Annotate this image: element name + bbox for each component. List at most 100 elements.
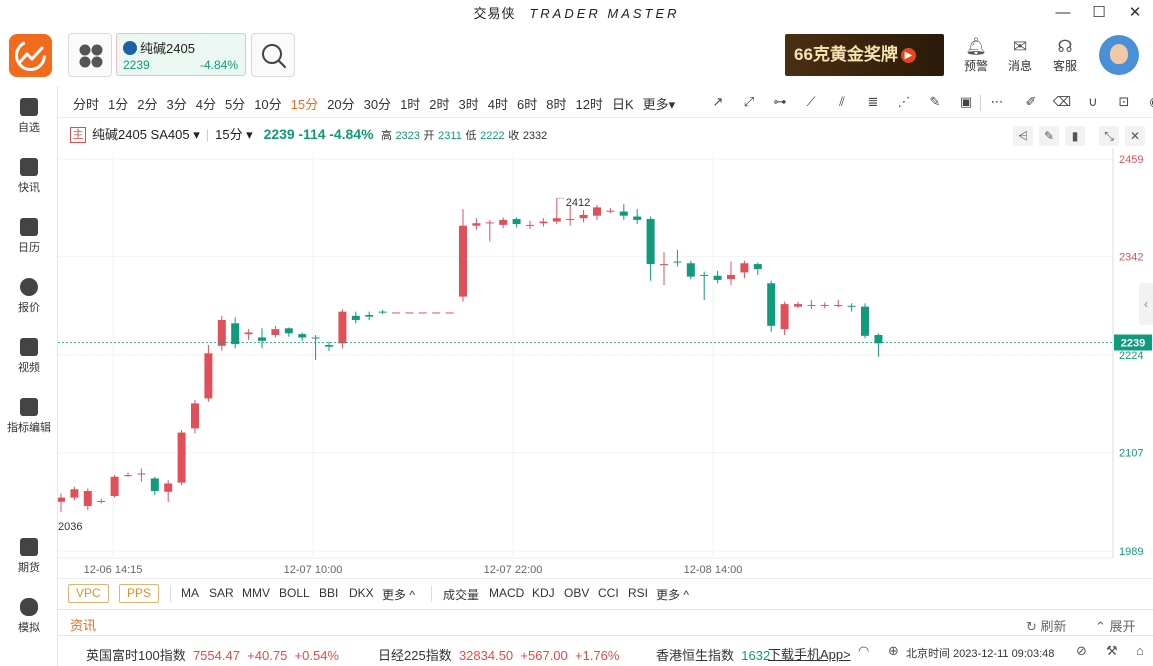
lock-icon[interactable]: ⊡ xyxy=(1112,93,1136,111)
price-change-pct: -4.84% xyxy=(329,126,374,142)
channel-tool-icon[interactable]: ⫽ xyxy=(830,93,854,111)
indicator-ma[interactable]: MA xyxy=(181,586,199,600)
period-option[interactable]: 15分 xyxy=(291,94,318,113)
ticker-item[interactable]: 日经225指数 32834.50 +567.00 +1.76% xyxy=(378,645,619,664)
period-option[interactable]: 3时 xyxy=(459,94,479,113)
indicator-more-sub[interactable]: 更多 ^ xyxy=(656,586,689,603)
indicator-boll[interactable]: BOLL xyxy=(279,586,310,600)
candle-style-icon[interactable]: ▮ xyxy=(1065,126,1085,146)
search-button[interactable] xyxy=(251,33,295,77)
news-title[interactable]: 资讯 xyxy=(70,615,96,634)
fullscreen-icon[interactable]: ⤡ xyxy=(1099,126,1119,146)
sidebar-item-watchlist[interactable]: 自选 xyxy=(0,98,58,135)
indicator-cci[interactable]: CCI xyxy=(598,586,619,600)
alerts-button[interactable]: 🔔︎ 预警 xyxy=(956,37,996,74)
horizontal-line-icon[interactable]: ⊶ xyxy=(768,93,792,111)
image-icon[interactable]: ▣ xyxy=(954,93,978,111)
period-option[interactable]: 日K xyxy=(612,94,634,113)
minimize-button[interactable]: — xyxy=(1045,0,1081,28)
period-option[interactable]: 2分 xyxy=(137,94,157,113)
period-option[interactable]: 30分 xyxy=(364,94,391,113)
indicator-bbi[interactable]: BBI xyxy=(319,586,338,600)
collapse-panel-button[interactable]: ‹ xyxy=(1139,283,1153,325)
sidebar-item-futures[interactable]: 期货 xyxy=(0,538,58,575)
refresh-button[interactable]: ↻ 刷新 xyxy=(1026,616,1067,635)
candle-body xyxy=(137,473,146,475)
period-option[interactable]: 1分 xyxy=(108,94,128,113)
indicator-settings-icon[interactable]: ⩤ xyxy=(1013,126,1033,146)
ticker-item[interactable]: 英国富时100指数 7554.47 +40.75 +0.54% xyxy=(86,645,339,664)
extended-line-icon[interactable]: ⤢ xyxy=(737,93,761,111)
edit-icon[interactable]: ✐ xyxy=(1019,93,1043,111)
candle-body xyxy=(606,210,615,212)
period-option[interactable]: 更多▾ xyxy=(643,94,676,113)
download-app-link[interactable]: 下载手机App> xyxy=(768,644,851,663)
candlestick-chart[interactable]: 2459 2342 2224 2107 1989 12-06 14:15 12-07 10:… xyxy=(58,148,1153,578)
clock: 北京时间 2023-12-11 09:03:48 xyxy=(906,648,1055,660)
messages-button[interactable]: ✉ 消息 xyxy=(1000,37,1040,74)
indicator-obv[interactable]: OBV xyxy=(564,586,589,600)
segment-tool-icon[interactable]: ⟋ xyxy=(799,93,823,111)
fan-tool-icon[interactable]: ⋰ xyxy=(892,93,916,111)
candle-body xyxy=(700,274,709,276)
close-chart-icon[interactable]: ✕ xyxy=(1125,126,1145,146)
eye-icon[interactable]: ◉ xyxy=(1143,93,1153,111)
indicator-vpc[interactable]: VPC xyxy=(68,584,109,603)
sidebar-item-calendar[interactable]: 日历 xyxy=(0,218,58,255)
quote-card[interactable]: 纯碱2405 2239 -4.84% xyxy=(116,33,246,76)
user-avatar[interactable] xyxy=(1099,35,1139,75)
candle-body xyxy=(271,329,280,335)
period-option[interactable]: 1时 xyxy=(400,94,420,113)
period-option[interactable]: 10分 xyxy=(254,94,281,113)
symbol-code[interactable]: SA405 ▾ xyxy=(151,127,200,142)
period-option[interactable]: 4分 xyxy=(196,94,216,113)
close-button[interactable]: ✕ xyxy=(1117,0,1153,28)
sidebar-item-flash[interactable]: 快讯 xyxy=(0,158,58,195)
indicator-sar[interactable]: SAR xyxy=(209,586,234,600)
fibonacci-icon[interactable]: ≣ xyxy=(861,93,885,111)
sidebar-item-quotes[interactable]: 报价 xyxy=(0,278,58,315)
period-option[interactable]: 20分 xyxy=(327,94,354,113)
pen-icon[interactable]: ✎ xyxy=(923,93,947,111)
indicator-dkx[interactable]: DKX xyxy=(349,586,374,600)
indicator-pps[interactable]: PPS xyxy=(119,584,160,603)
ticker-item[interactable]: 香港恒生指数 1632 xyxy=(656,645,770,664)
service-button[interactable]: ☊ 客服 xyxy=(1045,37,1085,74)
promo-banner[interactable]: 66克黄金奖牌 ▶ xyxy=(785,34,944,76)
candle-body xyxy=(593,207,601,216)
period-option[interactable]: 12时 xyxy=(575,94,602,113)
indicator-volume[interactable]: 成交量 xyxy=(443,586,479,603)
period-option[interactable]: 5分 xyxy=(225,94,245,113)
sidebar-item-simulation[interactable]: 模拟 xyxy=(0,598,58,635)
period-option[interactable]: 分时 xyxy=(73,94,99,113)
sidebar-item-video[interactable]: 视频 xyxy=(0,338,58,375)
period-option[interactable]: 4时 xyxy=(488,94,508,113)
symbol-name[interactable]: 纯碱2405 xyxy=(92,127,147,142)
indicator-mmv[interactable]: MMV xyxy=(242,586,270,600)
edit-chart-icon[interactable]: ✎ xyxy=(1039,126,1059,146)
period-option[interactable]: 8时 xyxy=(546,94,566,113)
indicator-rsi[interactable]: RSI xyxy=(628,586,648,600)
ray-tool-icon[interactable]: ↗ xyxy=(706,93,730,111)
candle-body xyxy=(231,323,240,345)
period-option[interactable]: 2时 xyxy=(429,94,449,113)
period-dropdown[interactable]: 15分 ▾ xyxy=(215,127,253,142)
indicator-macd[interactable]: MACD xyxy=(489,586,524,600)
period-option[interactable]: 6时 xyxy=(517,94,537,113)
maximize-button[interactable]: ☐ xyxy=(1081,0,1117,28)
candle-body xyxy=(258,337,266,341)
indicator-more-main[interactable]: 更多 ^ xyxy=(382,586,415,603)
sidebar: 自选 快讯 日历 报价 视频 指标编辑 期货 模拟 xyxy=(0,86,58,666)
attachment-icon[interactable]: ⊘ xyxy=(1076,643,1087,659)
kline-chart[interactable]: 2459 2342 2224 2107 1989 12-06 14:15 12-07 10:… xyxy=(58,148,1153,578)
expand-button[interactable]: ⌃ 展开 xyxy=(1095,616,1136,635)
period-option[interactable]: 3分 xyxy=(166,94,186,113)
indicator-kdj[interactable]: KDJ xyxy=(532,586,555,600)
cart-icon[interactable]: ⌂ xyxy=(1136,643,1144,658)
sidebar-item-indicator-editor[interactable]: 指标编辑 xyxy=(0,398,58,435)
apps-menu-button[interactable] xyxy=(68,33,112,77)
magnet-icon[interactable]: ∪ xyxy=(1081,93,1105,111)
more-tools-icon[interactable]: ⋯ xyxy=(985,93,1009,111)
settings-wrench-icon[interactable]: ⚒ xyxy=(1106,643,1118,659)
eraser-icon[interactable]: ⌫ xyxy=(1050,93,1074,111)
